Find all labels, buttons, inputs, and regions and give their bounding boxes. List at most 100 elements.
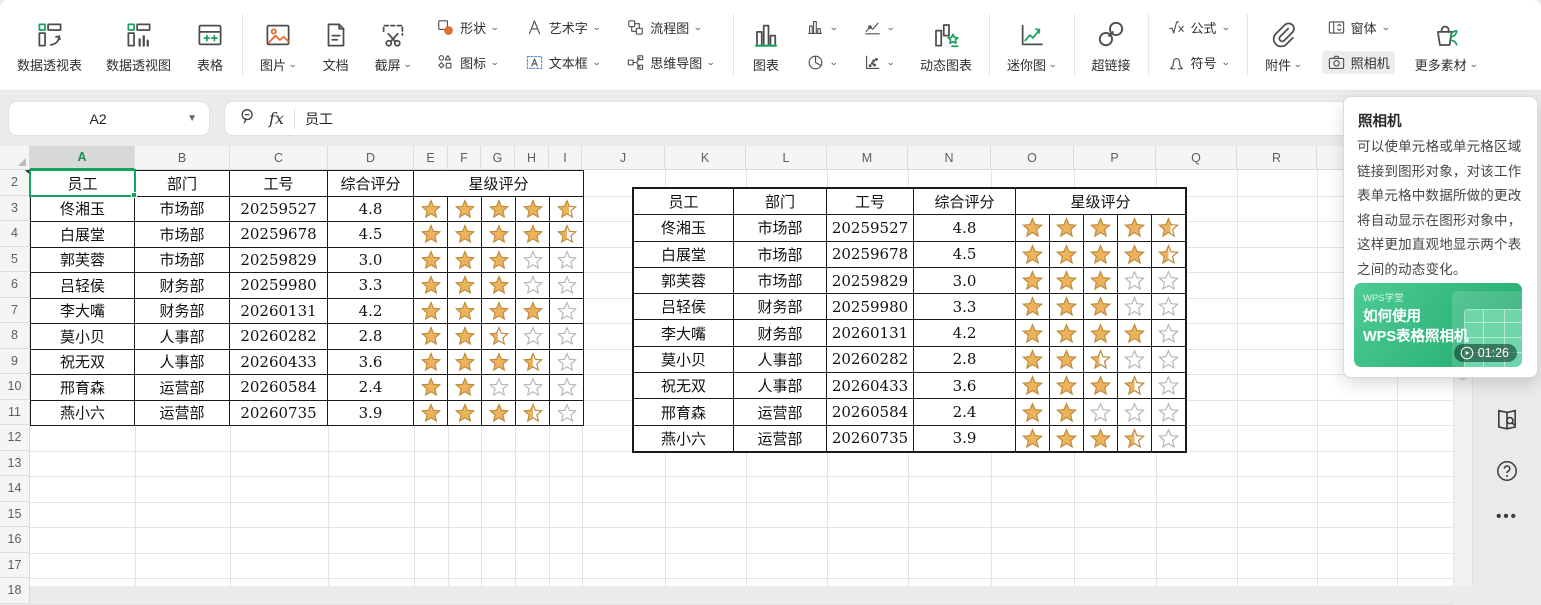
star-rating-cell[interactable] [1152,294,1186,320]
table-header-cell[interactable]: 工号 [230,171,328,197]
ribbon-button-screenshot[interactable]: 截屏⌄ [371,13,416,77]
star-rating-cell[interactable] [1050,425,1084,451]
star-rating-cell[interactable] [1118,294,1152,320]
chevron-down-icon[interactable]: ⌄ [886,23,895,32]
star-rating-cell[interactable] [1118,241,1152,267]
help-icon[interactable] [1494,458,1520,489]
star-rating-cell[interactable] [1050,241,1084,267]
ribbon-button-attachment[interactable]: 附件⌄ [1261,13,1306,77]
score-cell[interactable]: 3.3 [914,294,1016,320]
star-rating-cell[interactable] [550,349,584,375]
star-rating-cell[interactable] [516,400,550,426]
score-cell[interactable]: 3.9 [914,425,1016,451]
row-header-4[interactable]: 4 [0,221,30,247]
star-rating-cell[interactable] [516,273,550,299]
star-rating-cell[interactable] [1152,241,1186,267]
department-cell[interactable]: 市场部 [734,267,827,293]
star-rating-cell[interactable] [1118,267,1152,293]
department-cell[interactable]: 财务部 [734,320,827,346]
star-rating-cell[interactable] [414,298,448,324]
row-header-11[interactable]: 11 [0,400,30,426]
ribbon-button-document[interactable]: 文档 [317,13,355,77]
employee-name-cell[interactable]: 吕轻侯 [31,273,135,299]
ribbon-button-chart[interactable]: 图表 [747,13,785,77]
star-rating-cell[interactable] [448,247,482,273]
star-rating-cell[interactable] [1084,399,1118,425]
employee-id-cell[interactable]: 20259678 [827,241,914,267]
star-rating-cell[interactable] [1084,267,1118,293]
chevron-down-icon[interactable]: ⌄ [592,58,601,67]
star-rating-cell[interactable] [1050,346,1084,372]
employee-id-cell[interactable]: 20260735 [230,400,328,426]
row-header-3[interactable]: 3 [0,196,30,222]
star-rating-cell[interactable] [448,324,482,350]
ribbon-button-bar-chart[interactable]: ⌄ [801,16,843,39]
chevron-down-icon[interactable]: ⌄ [288,60,297,69]
star-rating-cell[interactable] [516,324,550,350]
star-rating-cell[interactable] [550,324,584,350]
star-rating-cell[interactable] [1152,320,1186,346]
video-duration-badge[interactable]: 01:26 [1454,344,1517,362]
column-header-P[interactable]: P [1074,146,1156,170]
star-rating-cell[interactable] [414,349,448,375]
star-rating-cell[interactable] [1016,373,1050,399]
star-rating-cell[interactable] [1084,346,1118,372]
employee-id-cell[interactable]: 20260735 [827,425,914,451]
employee-name-cell[interactable]: 邢育森 [31,375,135,401]
score-cell[interactable]: 3.3 [328,273,414,299]
score-cell[interactable]: 3.9 [328,400,414,426]
row-header-9[interactable]: 9 [0,349,30,375]
score-cell[interactable]: 3.0 [328,247,414,273]
table-header-cell[interactable]: 工号 [827,189,914,215]
column-header-R[interactable]: R [1237,146,1317,170]
score-cell[interactable]: 4.2 [914,320,1016,346]
star-rating-cell[interactable] [1016,294,1050,320]
ribbon-button-mindmap[interactable]: 思维导图⌄ [621,51,720,74]
star-rating-cell[interactable] [1118,320,1152,346]
star-rating-cell[interactable] [516,298,550,324]
star-rating-cell[interactable] [414,222,448,248]
star-rating-cell[interactable] [448,222,482,248]
ribbon-button-pivot-table[interactable]: 数据透视表 [13,13,86,77]
table-header-cell[interactable]: 星级评分 [414,171,584,197]
star-rating-cell[interactable] [1050,215,1084,241]
star-rating-cell[interactable] [550,400,584,426]
ribbon-button-formula[interactable]: 公式⌄ [1162,16,1235,39]
star-rating-cell[interactable] [1016,346,1050,372]
employee-id-cell[interactable]: 20260433 [827,373,914,399]
star-rating-cell[interactable] [1084,425,1118,451]
table-header-cell[interactable]: 员工 [634,189,734,215]
star-rating-cell[interactable] [1118,425,1152,451]
star-rating-cell[interactable] [550,222,584,248]
employee-name-cell[interactable]: 李大嘴 [31,298,135,324]
star-rating-cell[interactable] [1050,373,1084,399]
department-cell[interactable]: 人事部 [135,349,230,375]
star-rating-cell[interactable] [448,273,482,299]
department-cell[interactable]: 财务部 [135,273,230,299]
more-options-icon[interactable]: ••• [1496,508,1518,525]
row-header-16[interactable]: 16 [0,527,30,553]
star-rating-cell[interactable] [414,400,448,426]
star-rating-cell[interactable] [414,324,448,350]
employee-id-cell[interactable]: 20260584 [230,375,328,401]
chevron-down-icon[interactable]: ⌄ [1293,60,1302,69]
table-header-cell[interactable]: 部门 [135,171,230,197]
star-rating-cell[interactable] [1016,425,1050,451]
column-header-O[interactable]: O [991,146,1074,170]
star-rating-cell[interactable] [414,375,448,401]
star-rating-cell[interactable] [550,298,584,324]
ribbon-button-more-assets[interactable]: 更多素材⌄ [1411,13,1482,77]
star-rating-cell[interactable] [516,196,550,222]
employee-name-cell[interactable]: 莫小贝 [634,346,734,372]
score-cell[interactable]: 4.8 [328,196,414,222]
table-header-cell[interactable]: 综合评分 [914,189,1016,215]
chevron-down-icon[interactable]: ⌄ [490,23,499,32]
department-cell[interactable]: 市场部 [135,222,230,248]
star-rating-cell[interactable] [1084,215,1118,241]
department-cell[interactable]: 人事部 [734,373,827,399]
employee-name-cell[interactable]: 佟湘玉 [634,215,734,241]
chevron-down-icon[interactable]: ⌄ [1048,60,1057,69]
column-header-D[interactable]: D [328,146,414,170]
star-rating-cell[interactable] [1016,320,1050,346]
star-rating-cell[interactable] [1016,267,1050,293]
